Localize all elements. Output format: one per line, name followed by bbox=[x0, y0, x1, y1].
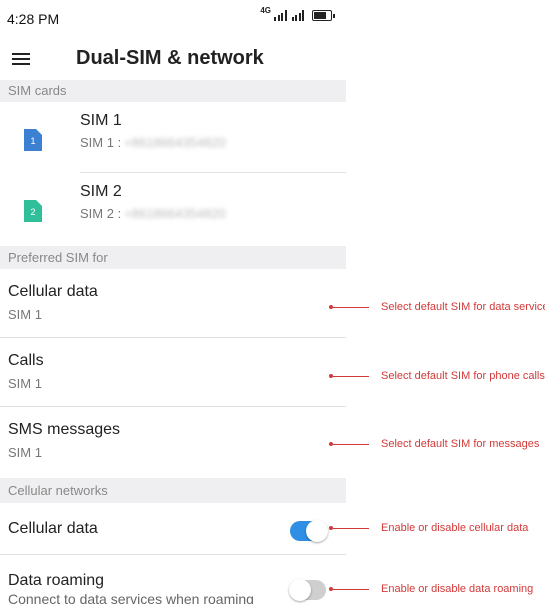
callout-text: Enable or disable data roaming bbox=[381, 583, 534, 595]
sim-number: +8618664354820 bbox=[124, 206, 226, 221]
settings-screen: 4:28 PM 4G Dual-SIM & network SIM cards … bbox=[0, 0, 346, 604]
sim-label: SIM 2 : bbox=[80, 206, 122, 221]
section-header-sim-cards: SIM cards bbox=[0, 80, 346, 102]
callout-data-services: Select default SIM for data services bbox=[329, 301, 545, 313]
status-icons: 4G bbox=[260, 6, 335, 21]
app-bar: Dual-SIM & network bbox=[0, 38, 346, 82]
signal-icon bbox=[274, 10, 287, 21]
cellular-data-label: Cellular data bbox=[8, 520, 98, 537]
section-header-cellular-networks: Cellular networks bbox=[0, 478, 346, 503]
preferred-sim-cellular-data[interactable]: Cellular data SIM 1 bbox=[0, 269, 346, 337]
section-header-preferred-sim: Preferred SIM for bbox=[0, 246, 346, 269]
callout-line bbox=[329, 304, 369, 309]
data-roaming-subtitle: Connect to data services when roaming bbox=[8, 591, 254, 604]
sim-number-line: SIM 1 : +8618664354820 bbox=[80, 135, 226, 150]
sim-badge: 1 bbox=[30, 136, 35, 146]
callout-phone-calls: Select default SIM for phone calls bbox=[329, 370, 545, 382]
toggle-knob bbox=[289, 579, 311, 601]
callout-messages: Select default SIM for messages bbox=[329, 438, 540, 450]
sim-card-icon: 2 bbox=[24, 200, 42, 222]
toggle-knob bbox=[306, 520, 328, 542]
sim-number: +8618664354820 bbox=[124, 135, 226, 150]
signal-icon-sim2 bbox=[291, 10, 304, 21]
network-type-label: 4G bbox=[260, 6, 271, 15]
sim-number-line: SIM 2 : +8618664354820 bbox=[80, 206, 226, 221]
callout-line bbox=[329, 441, 369, 446]
callout-line bbox=[329, 373, 369, 378]
data-roaming-label: Data roaming bbox=[8, 572, 105, 589]
preferred-sim-sms[interactable]: SMS messages SIM 1 bbox=[0, 407, 346, 475]
preference-value: SIM 1 bbox=[8, 445, 42, 460]
status-time: 4:28 PM bbox=[7, 11, 60, 27]
preference-value: SIM 1 bbox=[8, 307, 42, 322]
preference-title: SMS messages bbox=[8, 421, 121, 438]
menu-icon[interactable] bbox=[12, 53, 30, 66]
status-bar: 4:28 PM 4G bbox=[0, 0, 346, 38]
data-roaming-row: Data roaming Connect to data services wh… bbox=[0, 555, 346, 604]
sim-name: SIM 1 bbox=[80, 112, 122, 129]
callout-text: Enable or disable cellular data bbox=[381, 522, 529, 534]
battery-icon bbox=[312, 10, 335, 21]
cellular-data-toggle[interactable] bbox=[290, 520, 328, 542]
callout-cellular-toggle: Enable or disable cellular data bbox=[329, 522, 529, 534]
data-roaming-toggle[interactable] bbox=[289, 579, 326, 601]
sim-name: SIM 2 bbox=[80, 183, 122, 200]
sim-item-2[interactable]: 2 SIM 2 SIM 2 : +8618664354820 bbox=[0, 173, 346, 243]
preference-value: SIM 1 bbox=[8, 376, 42, 391]
callout-line bbox=[329, 525, 369, 530]
sim-item-1[interactable]: 1 SIM 1 SIM 1 : +8618664354820 bbox=[0, 102, 346, 172]
callout-roaming-toggle: Enable or disable data roaming bbox=[329, 583, 534, 595]
preferred-sim-calls[interactable]: Calls SIM 1 bbox=[0, 338, 346, 406]
callout-text: Select default SIM for phone calls bbox=[381, 370, 545, 382]
callout-text: Select default SIM for data services bbox=[381, 301, 545, 313]
sim-card-icon: 1 bbox=[24, 129, 42, 151]
cellular-data-row: Cellular data bbox=[0, 503, 346, 554]
preference-title: Calls bbox=[8, 352, 44, 369]
sim-badge: 2 bbox=[30, 207, 35, 217]
callout-text: Select default SIM for messages bbox=[381, 438, 540, 450]
page-title: Dual-SIM & network bbox=[76, 47, 264, 69]
sim-label: SIM 1 : bbox=[80, 135, 122, 150]
preference-title: Cellular data bbox=[8, 283, 98, 300]
callout-line bbox=[329, 586, 369, 591]
